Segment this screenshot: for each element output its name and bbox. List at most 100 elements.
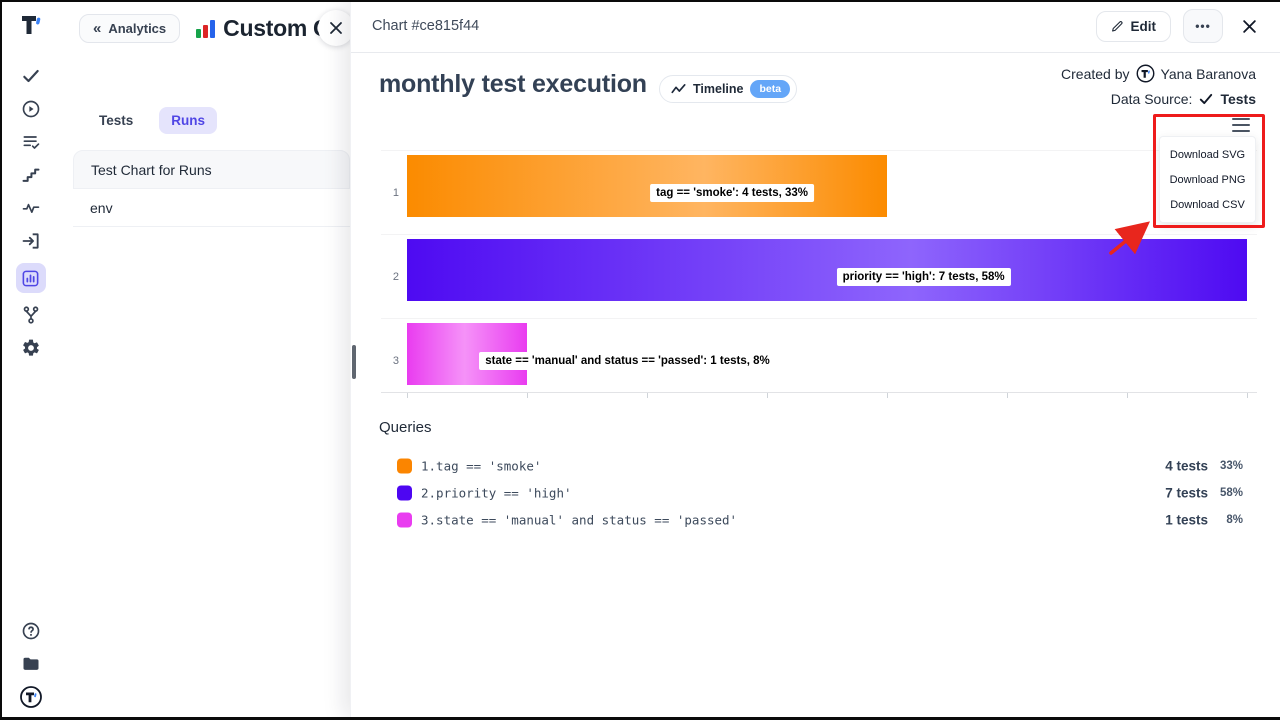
modal-title: Chart #ce815f44 xyxy=(372,18,479,34)
sidebar-item-analytics[interactable] xyxy=(16,263,46,293)
query-percent: 58% xyxy=(1220,487,1243,499)
green-bar xyxy=(196,29,201,38)
download-menu-item[interactable]: Download PNG xyxy=(1160,167,1255,192)
check-icon xyxy=(1199,93,1213,105)
modal-close-button[interactable] xyxy=(1235,12,1263,40)
tab-runs[interactable]: Runs xyxy=(159,107,217,134)
chart-row: 2 priority == 'high': 7 tests, 58% xyxy=(381,234,1257,318)
bar-chart-icon xyxy=(21,269,40,288)
sidebar-item-import[interactable] xyxy=(18,230,44,252)
timeline-bar[interactable] xyxy=(407,155,887,217)
sidebar-item-help[interactable] xyxy=(18,620,44,642)
blue-bar xyxy=(210,20,215,38)
query-percent: 8% xyxy=(1226,514,1243,526)
query-tests-count: 7 tests xyxy=(1165,485,1208,500)
sign-in-icon xyxy=(21,231,41,251)
sidebar-item-runs[interactable] xyxy=(18,98,44,120)
data-source-label: Data Source: xyxy=(1111,91,1193,107)
query-tests-count: 1 tests xyxy=(1165,512,1208,527)
timeline-toggle-button[interactable]: Timeline beta xyxy=(659,75,797,103)
branch-icon xyxy=(21,305,41,325)
analytics-panel: « Analytics Custom Charts Tests Runs Tes… xyxy=(59,2,350,717)
question-circle-icon xyxy=(21,621,41,641)
back-chevrons-icon: « xyxy=(93,21,101,36)
download-menu-item[interactable]: Download SVG xyxy=(1160,142,1255,167)
data-source-value: Tests xyxy=(1220,91,1256,107)
query-tests-count: 4 tests xyxy=(1165,458,1208,473)
custom-charts-icon xyxy=(196,18,215,38)
chart-row: 3 state == 'manual' and status == 'passe… xyxy=(381,318,1257,402)
chart-title: monthly test execution xyxy=(379,70,647,99)
red-bar xyxy=(203,25,208,38)
sidebar-item-milestones[interactable] xyxy=(18,164,44,186)
chart-row: 1 tag == 'smoke': 4 tests, 33% xyxy=(381,150,1257,234)
timeline-bar[interactable] xyxy=(407,239,1247,301)
author-avatar xyxy=(1136,64,1155,83)
logo-t-icon xyxy=(20,13,42,37)
tab-tests[interactable]: Tests xyxy=(87,107,145,134)
trend-line-icon xyxy=(671,83,686,95)
more-actions-button[interactable]: ••• xyxy=(1183,9,1223,43)
query-color-swatch xyxy=(397,458,412,473)
bar-data-label: tag == 'smoke': 4 tests, 33% xyxy=(650,184,814,202)
pencil-icon xyxy=(1111,20,1124,33)
created-by-label: Created by xyxy=(1061,66,1129,82)
sidebar-item-branches[interactable] xyxy=(18,304,44,326)
chart-list: Test Chart for Runs env xyxy=(73,150,350,227)
bar-data-label: priority == 'high': 7 tests, 58% xyxy=(837,268,1011,286)
query-color-swatch xyxy=(397,512,412,527)
list-check-icon xyxy=(21,132,41,152)
burger-line xyxy=(1232,118,1250,120)
ellipsis-icon: ••• xyxy=(1195,19,1211,33)
bar-category-label: 1 xyxy=(381,187,399,199)
created-by-line: Created by Yana Baranova xyxy=(1061,64,1256,83)
edit-button[interactable]: Edit xyxy=(1096,11,1172,42)
back-button-label: Analytics xyxy=(108,21,166,36)
folder-icon xyxy=(21,654,41,674)
close-icon xyxy=(1242,19,1257,34)
modal-header: Chart #ce815f44 Edit ••• xyxy=(351,0,1280,53)
play-circle-icon xyxy=(21,99,41,119)
download-menu-item[interactable]: Download CSV xyxy=(1160,192,1255,217)
logo-circle-icon xyxy=(19,685,43,709)
query-text: 2.priority == 'high' xyxy=(421,485,572,500)
burger-line xyxy=(1232,130,1250,132)
sidebar-item-settings[interactable] xyxy=(18,337,44,359)
sidebar-item-pulse[interactable] xyxy=(18,197,44,219)
chart-menu-button[interactable] xyxy=(1232,118,1250,132)
gear-icon xyxy=(21,338,41,358)
sidebar-item-tests[interactable] xyxy=(18,65,44,87)
scrollbar-thumb[interactable] xyxy=(352,345,356,379)
panel-header: « Analytics Custom Charts xyxy=(59,8,350,48)
query-legend-row: 3.state == 'manual' and status == 'passe… xyxy=(351,506,1280,533)
close-icon xyxy=(329,21,343,35)
beta-badge: beta xyxy=(750,80,790,98)
timeline-bar-chart: 1 tag == 'smoke': 4 tests, 33% 2 priorit… xyxy=(381,150,1257,402)
bar-category-label: 2 xyxy=(381,271,399,283)
app-logo xyxy=(2,13,59,37)
download-menu: Download SVGDownload PNGDownload CSV xyxy=(1159,136,1256,223)
tabs: Tests Runs xyxy=(87,107,217,134)
stairs-icon xyxy=(21,165,41,185)
bar-category-label: 3 xyxy=(381,355,399,367)
query-legend-row: 2.priority == 'high' 7 tests 58% xyxy=(351,479,1280,506)
check-icon xyxy=(21,66,41,86)
edit-button-label: Edit xyxy=(1131,19,1157,34)
list-item-env[interactable]: env xyxy=(73,189,350,227)
data-source-line: Data Source: Tests xyxy=(1111,91,1256,107)
query-text: 1.tag == 'smoke' xyxy=(421,458,541,473)
burger-line xyxy=(1232,124,1250,126)
back-to-analytics-button[interactable]: « Analytics xyxy=(79,14,180,43)
chart-modal: Chart #ce815f44 Edit ••• monthly test ex… xyxy=(350,0,1280,717)
logo-circle-icon xyxy=(1136,64,1155,83)
sidebar-item-account[interactable] xyxy=(18,686,44,708)
query-legend-row: 1.tag == 'smoke' 4 tests 33% xyxy=(351,452,1280,479)
queries-list: 1.tag == 'smoke' 4 tests 33% 2.priority … xyxy=(351,452,1280,533)
query-color-swatch xyxy=(397,485,412,500)
panel-close-button[interactable] xyxy=(318,10,354,46)
list-item-test-chart-for-runs[interactable]: Test Chart for Runs xyxy=(73,150,350,189)
sidebar-item-docs[interactable] xyxy=(18,653,44,675)
sidebar-item-plans[interactable] xyxy=(18,131,44,153)
pulse-icon xyxy=(21,198,41,218)
bar-data-label: state == 'manual' and status == 'passed'… xyxy=(479,352,776,370)
